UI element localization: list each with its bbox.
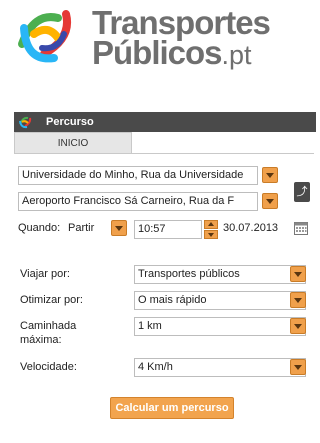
viajar-select[interactable]: Transportes públicos xyxy=(134,265,306,284)
logo-text-suffix: .pt xyxy=(221,40,252,70)
panel-title: Percurso xyxy=(46,116,94,128)
tab-inicio[interactable]: INICIO xyxy=(14,132,132,154)
destination-dropdown-icon[interactable] xyxy=(262,193,278,209)
time-input[interactable]: 10:57 xyxy=(134,220,202,239)
time-up-icon[interactable] xyxy=(204,220,218,229)
logo-text-publicos-main: Públicos xyxy=(92,34,223,71)
origin-dropdown-icon[interactable] xyxy=(262,167,278,183)
tab-divider xyxy=(14,153,314,154)
caminhada-dropdown-icon[interactable] xyxy=(290,318,306,334)
otimizar-label: Otimizar por: xyxy=(20,294,83,306)
otimizar-dropdown-icon[interactable] xyxy=(290,292,306,308)
date-input[interactable]: 30.07.2013 xyxy=(222,220,292,239)
caminhada-label-line2: máxima: xyxy=(20,334,62,346)
swap-route-button[interactable]: ⤴ xyxy=(294,182,310,202)
velocidade-select[interactable]: 4 Km/h xyxy=(134,358,306,377)
when-label: Quando: xyxy=(18,222,61,234)
when-mode-dropdown-icon[interactable] xyxy=(111,220,127,236)
origin-input[interactable]: Universidade do Minho, Rua da Universida… xyxy=(18,166,258,185)
caminhada-select[interactable]: 1 km xyxy=(134,317,306,336)
viajar-label: Viajar por: xyxy=(20,268,70,280)
time-down-icon[interactable] xyxy=(204,230,218,239)
time-spinner[interactable] xyxy=(204,220,218,240)
calculate-route-button[interactable]: Calcular um percurso xyxy=(110,397,234,419)
logo-text-publicos: Públicos.pt xyxy=(92,34,252,72)
panel-header: Percurso xyxy=(14,112,316,132)
caminhada-label-line1: Caminhada xyxy=(20,320,77,332)
logo-mark-icon xyxy=(18,10,71,63)
otimizar-select[interactable]: O mais rápido xyxy=(134,291,306,310)
destination-input[interactable]: Aeroporto Francisco Sá Carneiro, Rua da … xyxy=(18,192,258,211)
velocidade-label: Velocidade: xyxy=(20,361,77,373)
logo-small-icon xyxy=(19,116,32,129)
calendar-icon[interactable] xyxy=(294,221,308,235)
site-logo[interactable]: Transportes Públicos.pt xyxy=(14,4,304,84)
viajar-dropdown-icon[interactable] xyxy=(290,266,306,282)
velocidade-dropdown-icon[interactable] xyxy=(290,359,306,375)
